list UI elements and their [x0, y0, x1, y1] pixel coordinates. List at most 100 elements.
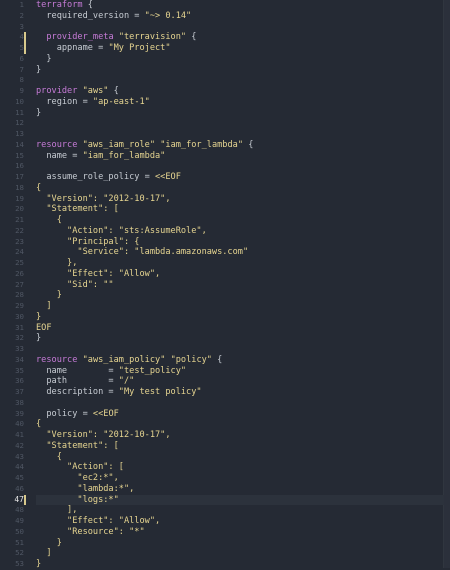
code-text: resource "aws_iam_policy" "policy" {	[36, 355, 222, 366]
code-line[interactable]: 45 "ec2:*",	[0, 473, 444, 484]
code-text: "Statement": [	[36, 204, 118, 215]
code-line[interactable]: 42 "Statement": [	[0, 441, 444, 452]
code-line[interactable]: 30}	[0, 312, 444, 323]
code-text: policy = <<EOF	[36, 408, 119, 420]
line-number: 51	[15, 537, 24, 547]
code-line[interactable]: 17 assume_role_policy = <<EOF	[0, 172, 444, 183]
line-number: 23	[15, 236, 24, 246]
code-line[interactable]: 22 "Action": "sts:AssumeRole",	[0, 226, 444, 237]
code-line[interactable]: 24 "Service": "lambda.amazonaws.com"	[0, 247, 444, 258]
code-line[interactable]: 47 "logs:*"	[0, 494, 444, 506]
code-line[interactable]: 34 resource "aws_iam_policy" "policy" {	[0, 355, 444, 366]
code-text: "Effect": "Allow",	[36, 516, 160, 527]
code-line[interactable]: 19 "Version": "2012-10-17",	[0, 194, 444, 205]
code-line[interactable]: 26 "Effect": "Allow",	[0, 269, 444, 280]
code-line[interactable]: 27 "Sid": ""	[0, 280, 444, 291]
string-token: }	[36, 537, 62, 548]
code-line[interactable]: 14 resource "aws_iam_role" "iam_for_lambd…	[0, 140, 444, 151]
code-editor[interactable]: 1 terraform {2 required_version = "~> 0.1…	[0, 0, 450, 570]
code-line[interactable]: 9 provider "aws" {	[0, 86, 444, 97]
line-number: 10	[15, 96, 24, 106]
code-line[interactable]: 44 "Action": [	[0, 462, 444, 473]
code-line[interactable]: 11}	[0, 108, 444, 119]
plain-token: {	[82, 0, 93, 10]
code-line[interactable]: 1 terraform {	[0, 0, 444, 11]
code-line[interactable]: 36 path = "/"	[0, 376, 444, 387]
code-line[interactable]: 46 "lambda:*",	[0, 484, 444, 495]
keyword-token: provider	[36, 86, 78, 96]
string-token: }	[36, 311, 42, 322]
code-line[interactable]: 13	[0, 129, 444, 140]
code-line[interactable]: 7}	[0, 65, 444, 76]
code-line[interactable]: 38	[0, 398, 444, 409]
code-line[interactable]: 51 }	[0, 538, 444, 549]
line-number: 21	[15, 215, 24, 224]
code-line[interactable]: 49 "Effect": "Allow",	[0, 516, 444, 527]
code-line[interactable]: 32}	[0, 333, 444, 344]
string-token: "Service": "lambda.amazonaws.com"	[36, 247, 249, 258]
string-token: "iam_for_lambda"	[82, 150, 166, 161]
code-line[interactable]: 48 ],	[0, 505, 444, 516]
code-text: }	[36, 290, 62, 301]
code-line[interactable]: 33	[0, 344, 444, 355]
line-number: 50	[15, 526, 24, 536]
code-text: }	[36, 333, 41, 344]
modified-line-marker	[24, 494, 26, 506]
code-line[interactable]: 39 policy = <<EOF	[0, 409, 444, 420]
string-token: "lambda:*",	[36, 483, 135, 494]
code-line[interactable]: 25 },	[0, 258, 444, 269]
code-line[interactable]: 40 {	[0, 419, 444, 430]
keyword-token: terraform	[36, 0, 83, 10]
code-line[interactable]: 4 provider_meta "terravision" {	[0, 32, 444, 43]
plain-token: assume_role_policy =	[36, 172, 155, 182]
code-line[interactable]: 29 ]	[0, 301, 444, 312]
code-line[interactable]: 10 region = "ap-east-1"	[0, 97, 444, 108]
code-line[interactable]: 21 {	[0, 215, 444, 226]
code-line[interactable]: 8	[0, 75, 444, 86]
code-line[interactable]: 23 "Principal": {	[0, 237, 444, 248]
code-line[interactable]: 35 name = "test_policy"	[0, 366, 444, 377]
code-text: }	[36, 53, 52, 65]
line-number: 7	[19, 64, 24, 74]
code-text: "Service": "lambda.amazonaws.com"	[36, 247, 248, 258]
string-token: "ec2:*",	[36, 473, 119, 483]
code-line[interactable]: 5 appname = "My Project"	[0, 43, 444, 54]
scrollbar-thumb[interactable]	[445, 0, 449, 568]
code-line[interactable]: 41 "Version": "2012-10-17",	[0, 430, 444, 441]
code-text: provider "aws" {	[36, 86, 119, 97]
string-token: EOF	[36, 322, 52, 333]
string-token: <<EOF	[92, 408, 119, 419]
code-line[interactable]: 3	[0, 22, 444, 33]
code-line[interactable]: 53}	[0, 559, 444, 570]
code-text: "Resource": "*"	[36, 527, 145, 538]
code-line[interactable]: 43 {	[0, 452, 444, 463]
code-line[interactable]: 52 ]	[0, 548, 444, 559]
code-text: },	[36, 258, 77, 269]
line-number: 2	[19, 10, 24, 20]
code-text: provider_meta "terravision" {	[36, 32, 196, 43]
string-token: {	[36, 451, 62, 462]
line-number: 13	[15, 129, 24, 138]
code-line[interactable]: 6 }	[0, 54, 444, 65]
string-token: }	[36, 290, 62, 301]
code-text: "Effect": "Allow",	[36, 269, 160, 280]
line-number: 5	[19, 43, 24, 52]
code-line[interactable]: 31 EOF	[0, 323, 444, 334]
code-line[interactable]: 16	[0, 161, 444, 172]
code-line[interactable]: 20 "Statement": [	[0, 204, 444, 215]
code-line[interactable]: 15 name = "iam_for_lambda"	[0, 151, 444, 162]
code-line[interactable]: 37 description = "My test policy"	[0, 387, 444, 398]
code-line[interactable]: 28 }	[0, 290, 444, 301]
code-line[interactable]: 50 "Resource": "*"	[0, 527, 444, 538]
string-token: <<EOF	[155, 172, 181, 182]
code-line[interactable]: 18 {	[0, 183, 444, 194]
code-line[interactable]: 12	[0, 118, 444, 129]
string-token: ]	[36, 301, 52, 311]
line-number: 37	[15, 387, 24, 396]
line-number: 12	[15, 118, 24, 128]
vertical-scrollbar[interactable]	[443, 0, 450, 568]
plain-token: }	[36, 53, 52, 64]
code-line[interactable]: 2 required_version = "~> 0.14"	[0, 11, 444, 22]
line-number: 11	[15, 107, 24, 117]
string-token: "Statement": [	[36, 440, 119, 451]
